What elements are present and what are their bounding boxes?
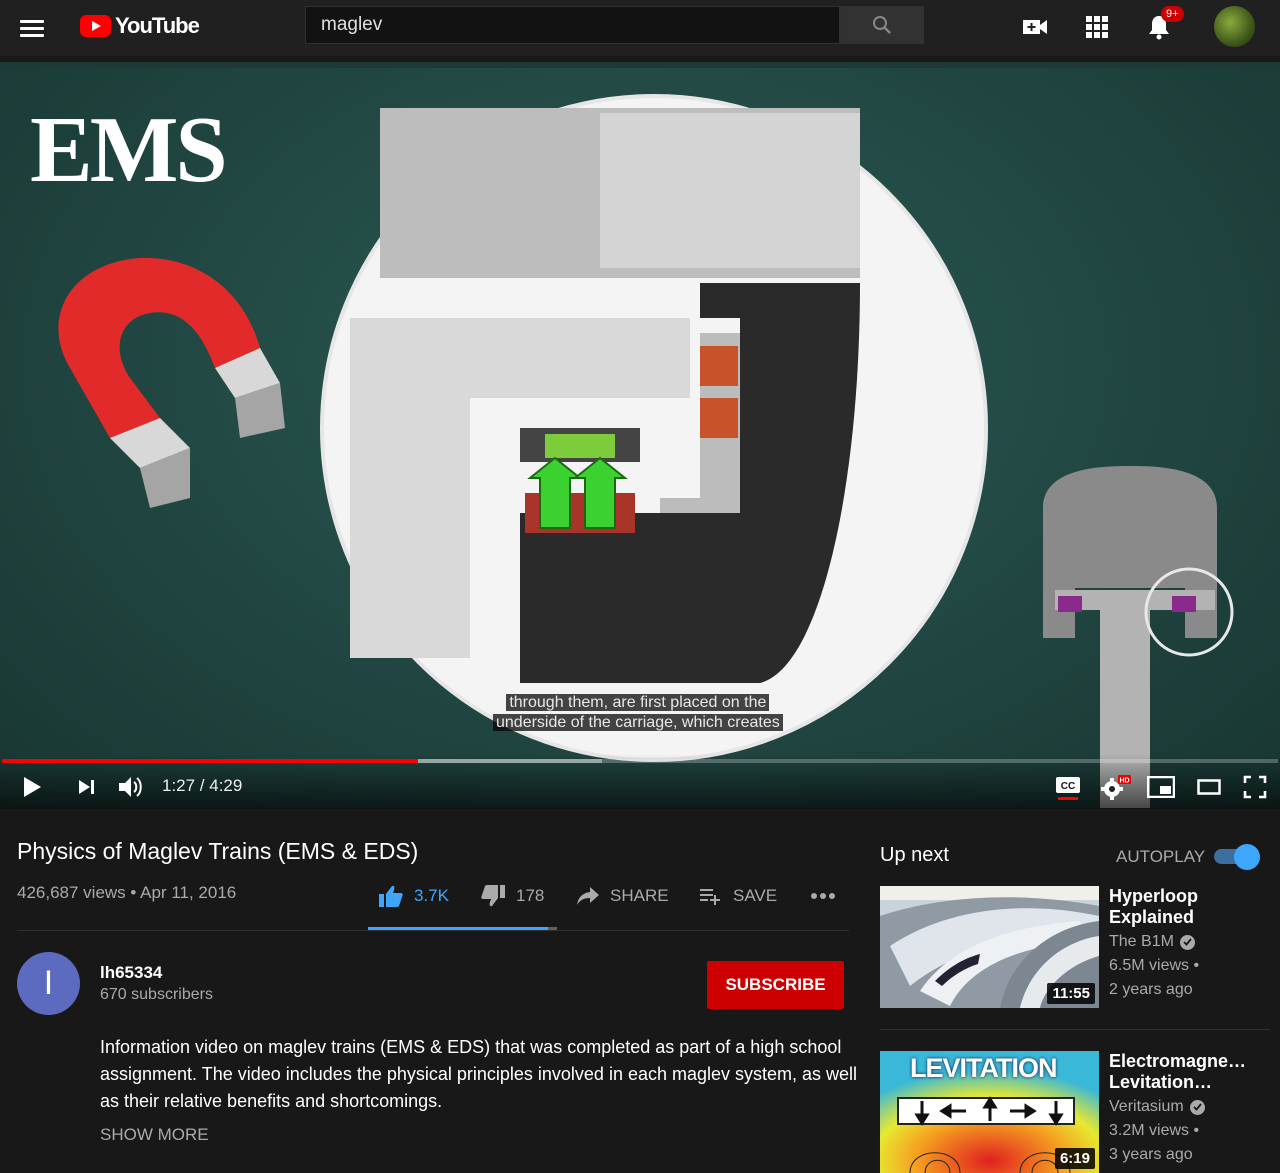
closed-captions-icon: CC (1056, 777, 1080, 800)
search-button[interactable] (840, 6, 924, 44)
next-button[interactable] (72, 772, 100, 802)
fullscreen-button[interactable] (1240, 772, 1270, 802)
channel-name: The B1M (1109, 933, 1174, 950)
ems-cross-section (350, 108, 860, 683)
svg-text:CC: CC (1061, 781, 1075, 792)
recommended-channel: Veritasium (1109, 1098, 1205, 1116)
divider (0, 808, 1280, 809)
caption-line: underside of the carriage, which creates (493, 714, 783, 731)
thumbs-down-icon (481, 885, 505, 907)
video-thumbnail[interactable]: 11:55 (880, 886, 1099, 1008)
progress-bar[interactable] (2, 759, 1278, 763)
miniplayer-icon (1147, 776, 1175, 798)
theater-mode-icon (1197, 779, 1221, 795)
apps-grid-icon (1086, 16, 1108, 38)
toggle-knob (1234, 844, 1260, 870)
dislike-button[interactable]: 178 (480, 880, 544, 912)
video-player[interactable]: EMS through them, are first placed on th… (0, 62, 1280, 808)
captions-button[interactable]: CC (1053, 772, 1083, 802)
svg-text:HD: HD (1119, 778, 1129, 785)
recommended-video[interactable]: LEVITATION 6:19 Electromagne… Levitation… (880, 1051, 1270, 1173)
verified-check-icon (1179, 934, 1195, 950)
recommended-age: 2 years ago (1109, 981, 1193, 998)
logo-text: YouTube (115, 13, 200, 38)
skip-next-icon (79, 780, 94, 794)
horseshoe-magnet-icon (58, 257, 285, 508)
save-button[interactable]: SAVE (699, 880, 777, 912)
autoplay-label: AUTOPLAY (1116, 847, 1206, 866)
time-display: 1:27 / 4:29 (162, 776, 243, 795)
up-next-heading: Up next (880, 844, 949, 866)
video-duration: 6:19 (1054, 1148, 1095, 1169)
channel-name[interactable]: lh65334 (100, 963, 162, 983)
thumbnail-text: LEVITATION (910, 1053, 1057, 1083)
menu-button[interactable] (16, 12, 48, 44)
channel-name: Veritasium (1109, 1098, 1184, 1115)
caption-line: through them, are first placed on the (506, 694, 770, 711)
video-camera-add-icon (1023, 20, 1047, 34)
divider (17, 930, 849, 931)
show-more-button[interactable]: SHOW MORE (100, 1125, 209, 1145)
play-button[interactable] (18, 772, 46, 802)
save-label: SAVE (733, 886, 778, 905)
channel-avatar[interactable]: I (17, 952, 80, 1015)
settings-button[interactable]: HD (1100, 772, 1132, 802)
more-actions-button[interactable] (810, 880, 836, 912)
playlist-add-icon (700, 889, 720, 905)
volume-button[interactable] (116, 772, 146, 802)
recommended-channel: The B1M (1109, 933, 1195, 951)
apps-button[interactable] (1082, 12, 1112, 42)
search-box (305, 6, 840, 44)
fullscreen-icon (1243, 775, 1267, 799)
share-label: SHARE (610, 886, 669, 905)
subscribe-button[interactable]: SUBSCRIBE (707, 961, 844, 1009)
autoplay-toggle[interactable] (1212, 844, 1260, 870)
verified-check-icon (1189, 1099, 1205, 1115)
masthead: YouTube 9+ (0, 0, 1280, 56)
thumbs-up-icon (379, 885, 403, 907)
search-input[interactable] (321, 14, 839, 36)
play-icon (24, 777, 41, 797)
search-icon (873, 16, 891, 34)
video-description: Information video on maglev trains (EMS … (100, 1037, 858, 1111)
recommended-title[interactable]: Electromagne… Levitation… (1109, 1051, 1259, 1093)
account-avatar[interactable] (1214, 6, 1255, 47)
theater-mode-button[interactable] (1194, 772, 1224, 802)
notification-count-badge: 9+ (1161, 6, 1184, 22)
dislike-count: 178 (516, 886, 545, 905)
share-arrow-icon (577, 887, 599, 905)
more-horizontal-icon (811, 893, 835, 899)
youtube-logo[interactable]: YouTube (80, 13, 200, 39)
like-count: 3.7K (414, 886, 449, 905)
miniplayer-button[interactable] (1146, 772, 1176, 802)
recommended-views: 3.2M views • (1109, 1122, 1200, 1139)
video-duration: 11:55 (1047, 983, 1095, 1004)
divider (880, 1029, 1270, 1030)
recommended-age: 3 years ago (1109, 1146, 1193, 1163)
recommended-views: 6.5M views • (1109, 957, 1200, 974)
video-thumbnail[interactable]: LEVITATION 6:19 (880, 1051, 1099, 1173)
settings-gear-hd-icon: HD (1101, 775, 1131, 800)
video-captions: through them, are first placed on the un… (493, 693, 783, 733)
play-logo-icon (80, 15, 111, 37)
progress-played (2, 759, 418, 763)
video-title: Physics of Maglev Trains (EMS & EDS) (17, 838, 419, 864)
recommended-title[interactable]: Hyperloop Explained (1109, 886, 1259, 928)
create-video-button[interactable] (1020, 12, 1050, 42)
subscriber-count: 670 subscribers (100, 986, 213, 1003)
like-button[interactable]: 3.7K (378, 880, 449, 912)
video-overlay-title: EMS (30, 98, 228, 202)
share-button[interactable]: SHARE (576, 880, 669, 912)
recommended-video[interactable]: 11:55 Hyperloop Explained The B1M 6.5M v… (880, 886, 1270, 1008)
view-count-date: 426,687 views • Apr 11, 2016 (17, 883, 237, 902)
volume-icon (119, 777, 142, 797)
